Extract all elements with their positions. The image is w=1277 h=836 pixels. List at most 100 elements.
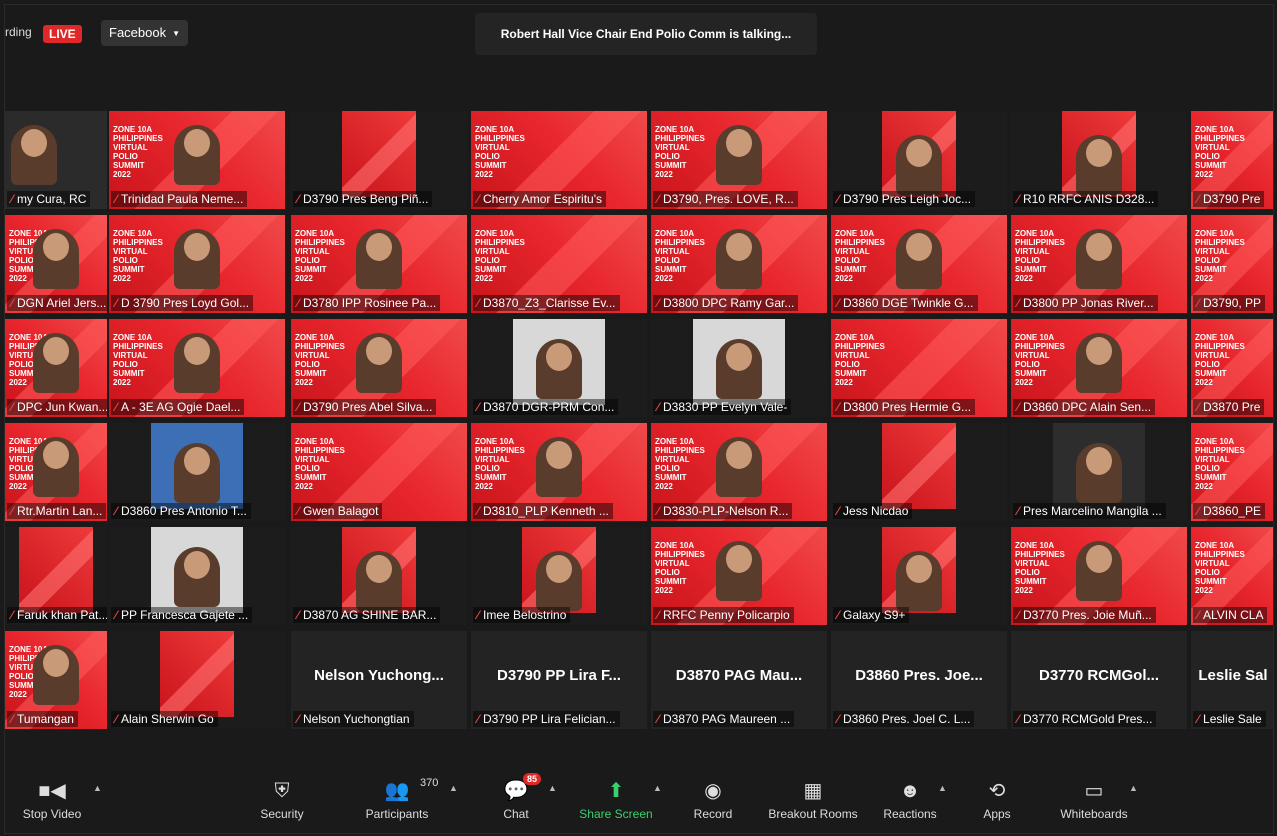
participant-tile[interactable]: ZONE 10APHILIPPINESVIRTUALPOLIOSUMMIT202… — [1011, 319, 1187, 417]
participant-tile[interactable]: ⁄ D3790 Pres Leigh Joc... — [831, 111, 1007, 209]
participant-tile[interactable]: ZONE 10APHILIPPINESVIRTUALPOLIOSUMMIT202… — [291, 319, 467, 417]
participant-tile[interactable]: ZONE 10APHILIPPINESVIRTUALPOLIOSUMMIT202… — [109, 215, 285, 313]
participant-name: Leslie Sale — [1203, 712, 1262, 726]
participant-tile[interactable]: ZONE 10APHILIPPINESVIRTUALPOLIOSUMMIT202… — [471, 423, 647, 521]
whiteboards-options-caret[interactable]: ▲ — [1129, 783, 1138, 793]
participant-tile[interactable]: ⁄ D3870 DGR-PRM Con... — [471, 319, 647, 417]
slide-title-text: ZONE 10APHILIPPINESVIRTUALPOLIOSUMMIT202… — [1195, 437, 1245, 491]
participant-tile[interactable]: ⁄ Faruk khan Pat... — [5, 527, 107, 625]
record-button[interactable]: ◉ Record — [668, 779, 758, 821]
slide-title-text: ZONE 10APHILIPPINESVIRTUALPOLIOSUMMIT202… — [655, 437, 705, 491]
stop-video-button[interactable]: ■◀ Stop Video — [7, 779, 97, 821]
participant-tile[interactable]: ZONE 10APHILIPPINESVIRTUALPOLIOSUMMIT202… — [109, 319, 285, 417]
participant-tile[interactable]: ZONE 10APHILIPPINESVIRTUALPOLIOSUMMIT202… — [5, 215, 107, 313]
participant-name-label: ⁄ D3870 Pre — [1193, 399, 1265, 415]
participant-name-label: ⁄ ALVIN CLA — [1193, 607, 1268, 623]
participant-tile[interactable]: D3770 RCMGol... ⁄ D3770 RCMGold Pres... — [1011, 631, 1187, 729]
participant-tile[interactable]: D3790 PP Lira F... ⁄ D3790 PP Lira Felicia… — [471, 631, 647, 729]
participant-name: D3790 Pre — [1203, 192, 1261, 206]
breakout-rooms-button[interactable]: ▦ Breakout Rooms — [763, 779, 863, 821]
participant-tile[interactable]: ZONE 10APHILIPPINESVIRTUALPOLIOSUMMIT202… — [1191, 319, 1273, 417]
participant-name-label: ⁄ D3780 IPP Rosinee Pa... — [293, 295, 441, 311]
whiteboards-button[interactable]: ▭ Whiteboards — [1049, 779, 1139, 821]
participant-name-label: ⁄ D3860 Pres. Joel C. L... — [833, 711, 975, 727]
video-feed-camera — [1053, 423, 1145, 509]
participant-tile[interactable]: ZONE 10APHILIPPINESVIRTUALPOLIOSUMMIT202… — [1191, 423, 1273, 521]
participant-tile[interactable]: ZONE 10APHILIPPINESVIRTUALPOLIOSUMMIT202… — [109, 111, 285, 209]
participant-tile[interactable]: ⁄ my Cura, RC — [5, 111, 107, 209]
participant-video-person — [174, 443, 220, 503]
participant-tile[interactable]: ZONE 10APHILIPPINESVIRTUALPOLIOSUMMIT202… — [1191, 215, 1273, 313]
participant-tile[interactable]: ⁄ Jess Nicdao — [831, 423, 1007, 521]
participant-tile[interactable]: ZONE 10APHILIPPINESVIRTUALPOLIOSUMMIT202… — [1191, 527, 1273, 625]
participant-tile[interactable]: ZONE 10APHILIPPINESVIRTUALPOLIOSUMMIT202… — [1011, 215, 1187, 313]
participant-name: D3870 DGR-PRM Con... — [483, 400, 615, 414]
participant-tile[interactable]: ⁄ Imee Belostrino — [471, 527, 647, 625]
participant-tile[interactable]: ZONE 10APHILIPPINESVIRTUALPOLIOSUMMIT202… — [1191, 111, 1273, 209]
muted-mic-icon: ⁄ — [837, 608, 840, 622]
participant-video-person — [33, 645, 79, 705]
video-camera-icon: ■◀ — [38, 780, 66, 802]
participant-tile[interactable]: ZONE 10APHILIPPINESVIRTUALPOLIOSUMMIT202… — [291, 215, 467, 313]
chat-options-caret[interactable]: ▲ — [548, 783, 557, 793]
breakout-rooms-label: Breakout Rooms — [768, 807, 858, 821]
slide-title-text: ZONE 10APHILIPPINESVIRTUALPOLIOSUMMIT202… — [655, 229, 705, 283]
participant-tile[interactable]: ZONE 10APHILIPPINESVIRTUALPOLIOSUMMIT202… — [291, 423, 467, 521]
participant-tile[interactable]: ⁄ R10 RRFC ANIS D328... — [1011, 111, 1187, 209]
participant-name-label: ⁄ Faruk khan Pat... — [7, 607, 107, 623]
participant-tile[interactable]: ⁄ D3790 Pres Beng Piñ... — [291, 111, 467, 209]
participant-tile[interactable]: D3860 Pres. Joe... ⁄ D3860 Pres. Joel C. L… — [831, 631, 1007, 729]
apps-label: Apps — [983, 807, 1011, 821]
participant-tile[interactable]: ⁄ D3830 PP Evelyn Vale- — [651, 319, 827, 417]
muted-mic-icon: ⁄ — [115, 504, 118, 518]
participant-tile[interactable]: ZONE 10APHILIPPINESVIRTUALPOLIOSUMMIT202… — [651, 215, 827, 313]
participant-tile[interactable]: ⁄ Alain Sherwin Go — [109, 631, 285, 729]
slide-title-text: ZONE 10APHILIPPINESVIRTUALPOLIOSUMMIT202… — [475, 437, 525, 491]
muted-mic-icon: ⁄ — [477, 296, 480, 310]
gallery-grid: ⁄ my Cura, RC ZONE 10A PHILIPPINES VIRTUAL PO… — [5, 111, 1273, 731]
participant-tile[interactable]: D3870 PAG Mau... ⁄ D3870 PAG Maureen ... — [651, 631, 827, 729]
video-options-caret[interactable]: ▲ — [93, 783, 102, 793]
apps-button[interactable]: ⟲ Apps — [952, 779, 1042, 821]
participant-name: D3780 IPP Rosinee Pa... — [303, 296, 437, 310]
participant-name: DPC Jun Kwan... — [17, 400, 107, 414]
participant-tile[interactable]: ⁄ D3870 AG SHINE BAR... — [291, 527, 467, 625]
participant-tile[interactable]: Nelson Yuchong... ⁄ Nelson Yuchongtian — [291, 631, 467, 729]
security-button[interactable]: ⛨ Security — [237, 779, 327, 821]
participant-tile[interactable]: ZONE 10APHILIPPINESVIRTUALPOLIOSUMMIT202… — [651, 527, 827, 625]
participant-tile[interactable]: ⁄ PP Francesca Gajete ... — [109, 527, 285, 625]
muted-mic-icon: ⁄ — [1197, 400, 1200, 414]
participant-tile[interactable]: ZONE 10APHILIPPINESVIRTUALPOLIOSUMMIT202… — [831, 215, 1007, 313]
participant-tile[interactable]: ZONE 10APHILIPPINESVIRTUALPOLIOSUMMIT202… — [831, 319, 1007, 417]
chat-label: Chat — [503, 807, 529, 821]
participant-tile[interactable]: ZONE 10APHILIPPINESVIRTUALPOLIOSUMMIT202… — [651, 111, 827, 209]
stream-target-dropdown[interactable]: Facebook ▼ — [101, 20, 189, 46]
participant-tile[interactable]: Leslie Sal ⁄ Leslie Sale — [1191, 631, 1273, 729]
participant-name: Alain Sherwin Go — [121, 712, 214, 726]
participant-tile[interactable]: ZONE 10APHILIPPINESVIRTUALPOLIOSUMMIT202… — [5, 423, 107, 521]
participant-tile[interactable]: ⁄ D3860 Pres Antonio T... — [109, 423, 285, 521]
participant-name: D3860 DGE Twinkle G... — [843, 296, 974, 310]
participant-tile[interactable]: ZONE 10APHILIPPINESVIRTUALPOLIOSUMMIT202… — [5, 631, 107, 729]
participant-video-person — [33, 229, 79, 289]
share-options-caret[interactable]: ▲ — [653, 783, 662, 793]
share-screen-button[interactable]: ⬆ Share Screen — [571, 779, 661, 821]
participant-tile[interactable]: ZONE 10APHILIPPINESVIRTUALPOLIOSUMMIT202… — [1011, 527, 1187, 625]
participant-name: my Cura, RC — [17, 192, 87, 206]
participants-options-caret[interactable]: ▲ — [449, 783, 458, 793]
participant-tile[interactable]: ZONE 10APHILIPPINESVIRTUALPOLIOSUMMIT202… — [651, 423, 827, 521]
meeting-toolbar: ■◀ Stop Video ▲ ⛨ Security 👥 Participant… — [5, 771, 1273, 833]
participant-tile[interactable]: ZONE 10APHILIPPINESVIRTUALPOLIOSUMMIT202… — [5, 319, 107, 417]
top-bar: rding LIVE Facebook ▼ Robert Hall Vice Ch… — [5, 13, 1273, 55]
apps-icon: ⟲ — [988, 780, 1006, 802]
participant-name-label: ⁄ PP Francesca Gajete ... — [111, 607, 253, 623]
participant-tile[interactable]: ⁄ Pres Marcelino Mangila ... — [1011, 423, 1187, 521]
participant-tile[interactable]: ⁄ Galaxy S9+ — [831, 527, 1007, 625]
participant-tile[interactable]: ZONE 10APHILIPPINESVIRTUALPOLIOSUMMIT202… — [471, 215, 647, 313]
muted-mic-icon: ⁄ — [477, 504, 480, 518]
participant-name: D3860 DPC Alain Sen... — [1023, 400, 1152, 414]
participant-tile[interactable]: ZONE 10APHILIPPINESVIRTUALPOLIOSUMMIT202… — [471, 111, 647, 209]
reactions-options-caret[interactable]: ▲ — [938, 783, 947, 793]
muted-mic-icon: ⁄ — [657, 400, 660, 414]
participant-display-name: D3870 PAG Mau... — [675, 667, 803, 684]
